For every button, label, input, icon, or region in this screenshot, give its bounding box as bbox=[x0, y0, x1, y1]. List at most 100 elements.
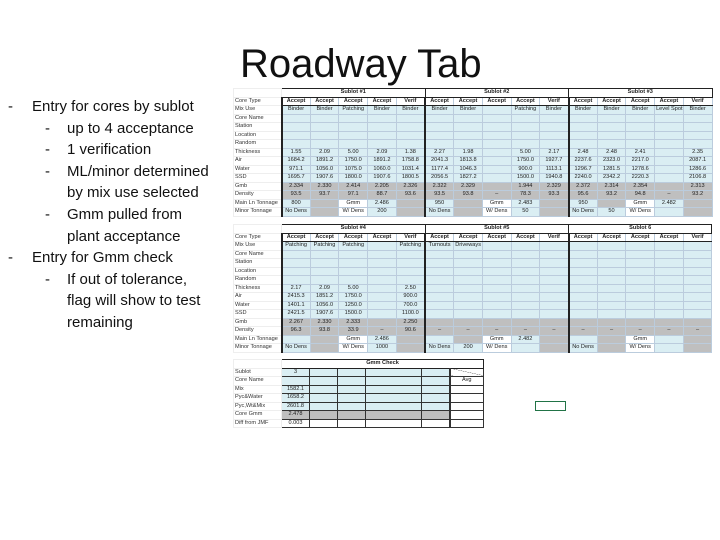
data-cell[interactable] bbox=[453, 309, 483, 319]
data-cell[interactable]: 2.250 bbox=[395, 317, 426, 327]
data-cell[interactable] bbox=[395, 130, 426, 140]
data-cell[interactable]: W/ Dens bbox=[338, 343, 369, 353]
data-cell[interactable] bbox=[309, 393, 338, 403]
data-cell[interactable] bbox=[596, 258, 627, 268]
data-cell[interactable] bbox=[596, 249, 627, 259]
data-cell[interactable] bbox=[367, 300, 397, 310]
data-cell[interactable] bbox=[309, 130, 340, 140]
data-cell[interactable]: 2.09 bbox=[309, 283, 340, 293]
data-cell[interactable]: 3 bbox=[281, 367, 310, 377]
data-cell[interactable] bbox=[481, 113, 512, 123]
data-cell[interactable] bbox=[365, 410, 422, 420]
data-cell[interactable]: Binder bbox=[539, 105, 569, 115]
data-cell[interactable]: 1800.5 bbox=[395, 173, 426, 183]
data-cell[interactable] bbox=[539, 241, 569, 251]
data-cell[interactable] bbox=[567, 275, 598, 285]
data-cell[interactable] bbox=[510, 317, 541, 327]
data-cell[interactable] bbox=[539, 258, 569, 268]
data-cell[interactable] bbox=[424, 139, 455, 149]
data-cell[interactable]: 2415.3 bbox=[280, 292, 311, 302]
data-cell[interactable] bbox=[424, 300, 455, 310]
data-cell[interactable]: Binder bbox=[309, 105, 340, 115]
data-cell[interactable] bbox=[654, 292, 684, 302]
data-cell[interactable] bbox=[596, 113, 627, 123]
data-cell[interactable] bbox=[309, 410, 338, 420]
data-cell[interactable]: Binder bbox=[682, 105, 713, 115]
data-cell[interactable] bbox=[338, 266, 369, 276]
data-cell[interactable]: 2.48 bbox=[596, 147, 627, 157]
data-cell[interactable] bbox=[309, 401, 338, 411]
data-cell[interactable]: 2106.8 bbox=[682, 173, 713, 183]
data-cell[interactable] bbox=[421, 367, 450, 377]
data-cell[interactable] bbox=[309, 418, 338, 428]
data-cell[interactable] bbox=[596, 130, 627, 140]
data-cell[interactable] bbox=[596, 309, 627, 319]
data-cell[interactable] bbox=[567, 241, 598, 251]
data-cell[interactable]: Gmm bbox=[625, 198, 656, 208]
data-cell[interactable]: 1891.2 bbox=[309, 156, 340, 166]
data-cell[interactable]: 2.330 bbox=[309, 181, 340, 191]
data-cell[interactable] bbox=[654, 317, 684, 327]
data-cell[interactable] bbox=[654, 122, 684, 132]
data-cell[interactable] bbox=[367, 130, 397, 140]
data-cell[interactable] bbox=[654, 309, 684, 319]
data-cell[interactable] bbox=[395, 266, 426, 276]
data-cell[interactable] bbox=[510, 122, 541, 132]
data-cell[interactable] bbox=[510, 266, 541, 276]
data-cell[interactable]: 1695.7 bbox=[280, 173, 311, 183]
data-cell[interactable]: – bbox=[481, 190, 512, 200]
data-cell[interactable] bbox=[280, 113, 311, 123]
data-cell[interactable]: 2.35 bbox=[682, 147, 713, 157]
data-cell[interactable]: 2.09 bbox=[309, 147, 340, 157]
data-cell[interactable]: 1296.7 bbox=[567, 164, 598, 174]
data-cell[interactable] bbox=[365, 384, 422, 394]
data-cell[interactable] bbox=[539, 122, 569, 132]
data-cell[interactable] bbox=[453, 292, 483, 302]
data-cell[interactable] bbox=[481, 258, 512, 268]
data-cell[interactable]: – bbox=[539, 326, 569, 336]
data-cell[interactable] bbox=[395, 139, 426, 149]
data-cell[interactable] bbox=[625, 266, 656, 276]
data-cell[interactable]: 2.486 bbox=[367, 334, 397, 344]
data-cell[interactable] bbox=[539, 249, 569, 259]
data-cell[interactable]: 93.5 bbox=[280, 190, 311, 200]
data-cell[interactable] bbox=[625, 249, 656, 259]
data-cell[interactable]: 93.6 bbox=[395, 190, 426, 200]
data-cell[interactable] bbox=[481, 309, 512, 319]
data-cell[interactable] bbox=[596, 198, 627, 208]
data-cell[interactable] bbox=[481, 283, 512, 293]
data-cell[interactable]: 1813.8 bbox=[453, 156, 483, 166]
data-cell[interactable] bbox=[539, 292, 569, 302]
data-cell[interactable] bbox=[625, 292, 656, 302]
data-cell[interactable]: 1927.7 bbox=[539, 156, 569, 166]
data-cell[interactable] bbox=[309, 343, 340, 353]
data-cell[interactable]: Binder bbox=[367, 105, 397, 115]
data-cell[interactable] bbox=[309, 122, 340, 132]
data-cell[interactable] bbox=[654, 207, 684, 217]
data-cell[interactable] bbox=[424, 249, 455, 259]
data-cell[interactable]: – bbox=[424, 326, 455, 336]
data-cell[interactable]: 2601.8 bbox=[281, 401, 310, 411]
data-cell[interactable] bbox=[682, 292, 713, 302]
data-cell[interactable] bbox=[682, 258, 713, 268]
data-cell[interactable] bbox=[338, 275, 369, 285]
data-cell[interactable] bbox=[481, 156, 512, 166]
data-cell[interactable] bbox=[539, 300, 569, 310]
data-cell[interactable]: Patching bbox=[395, 241, 426, 251]
data-cell[interactable]: No Dens bbox=[424, 343, 455, 353]
data-cell[interactable] bbox=[596, 139, 627, 149]
data-cell[interactable]: No Dens bbox=[424, 207, 455, 217]
data-cell[interactable]: 93.3 bbox=[539, 190, 569, 200]
data-cell[interactable]: 5.00 bbox=[338, 283, 369, 293]
data-cell[interactable] bbox=[539, 113, 569, 123]
data-cell[interactable]: 1891.2 bbox=[367, 156, 397, 166]
data-cell[interactable] bbox=[567, 113, 598, 123]
data-cell[interactable] bbox=[395, 113, 426, 123]
data-cell[interactable] bbox=[453, 275, 483, 285]
data-cell[interactable] bbox=[424, 334, 455, 344]
data-cell[interactable]: 2.329 bbox=[539, 181, 569, 191]
data-cell[interactable] bbox=[596, 122, 627, 132]
data-cell[interactable] bbox=[510, 249, 541, 259]
data-cell[interactable]: 2.333 bbox=[338, 317, 369, 327]
data-cell[interactable] bbox=[309, 249, 340, 259]
